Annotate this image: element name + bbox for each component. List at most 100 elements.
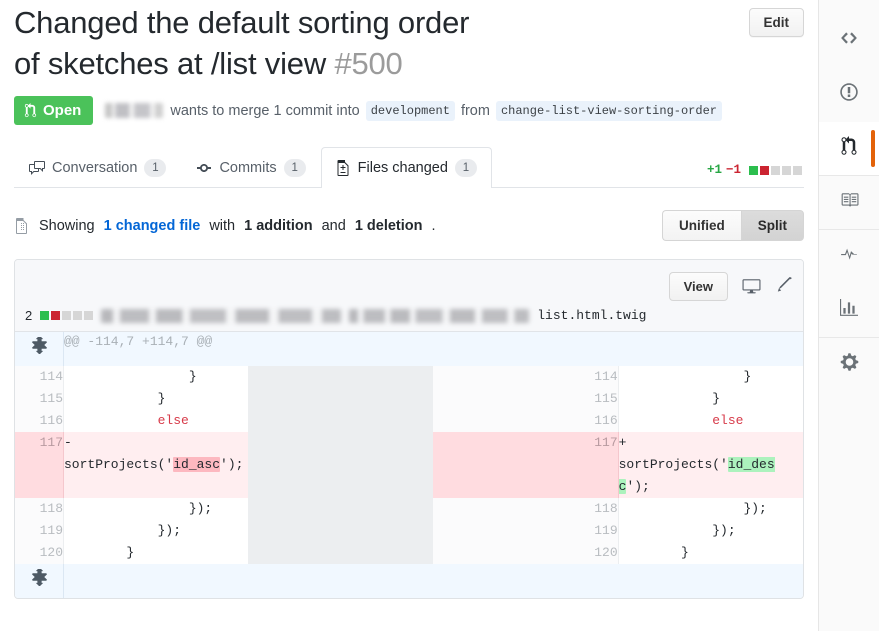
file-name[interactable]: list.html.twig — [537, 308, 646, 323]
showing-deletions: 1 deletion — [354, 217, 423, 234]
keyword-else-right: else — [712, 413, 744, 428]
edit-button[interactable]: Edit — [748, 8, 804, 37]
code-left-highlight: id_asc — [173, 457, 221, 472]
code-icon — [838, 29, 860, 52]
view-file-button[interactable]: View — [668, 271, 728, 301]
changed-files-link[interactable]: 1 changed file — [104, 218, 201, 234]
split-view-button[interactable]: Split — [740, 210, 804, 241]
title-row: Changed the default sorting order of ske… — [14, 0, 804, 84]
diffstat-block-added — [749, 165, 758, 175]
line-number-right: 115 — [433, 388, 619, 410]
diffstat-blocks — [749, 165, 802, 175]
gear-icon — [839, 352, 860, 377]
column-divider — [248, 366, 434, 388]
diff-file-box: View 2 list.html.twig @@ -114,7 +114,7 @… — [14, 259, 804, 599]
column-divider — [248, 498, 434, 520]
line-number-left: 118 — [15, 498, 64, 520]
column-divider — [248, 410, 434, 432]
author-name-redacted[interactable] — [105, 103, 164, 118]
git-pull-request-icon — [24, 103, 37, 118]
showing-bar: Showing 1 changed file with 1 addition a… — [14, 210, 804, 241]
diffstat-block-neutral — [771, 165, 780, 175]
table-row: 114 } 114 } — [15, 366, 803, 388]
showing-period: . — [431, 217, 436, 234]
main-content: Changed the default sorting order of ske… — [0, 0, 818, 631]
deletion-marker: - — [64, 435, 72, 450]
code-right: }); — [618, 498, 803, 520]
diff-table: @@ -114,7 +114,7 @@ 114 } 114 } 115} 11… — [15, 332, 803, 598]
merge-description: wants to merge 1 commit into — [170, 102, 360, 119]
tab-files-changed[interactable]: Files changed 1 — [320, 147, 492, 188]
pr-state-row: Open wants to merge 1 commit into develo… — [14, 96, 804, 125]
line-number-left: 120 — [15, 542, 64, 564]
line-number-right: 118 — [433, 498, 619, 520]
line-number-left: 117 — [15, 432, 64, 498]
head-branch-chip[interactable]: change-list-view-sorting-order — [495, 100, 722, 121]
status-badge-label: Open — [43, 102, 82, 119]
rail-item-code[interactable] — [819, 14, 879, 68]
tab-conversation[interactable]: Conversation 1 — [14, 147, 181, 188]
keyword-else-left: else — [157, 413, 189, 428]
file-block-deleted — [51, 311, 61, 320]
monitor-icon[interactable] — [742, 277, 761, 295]
diff-file-header: View 2 list.html.twig — [15, 260, 803, 332]
code-right-added: + sortProjects('id_desc'); — [618, 432, 803, 498]
tab-commits[interactable]: Commits 1 — [181, 147, 320, 188]
file-block-neutral — [84, 311, 94, 320]
diffstat-deletions: −1 — [725, 163, 741, 177]
tab-files-changed-label: Files changed — [357, 160, 448, 176]
file-diff-icon — [336, 160, 351, 176]
table-row: 115 } 115 } — [15, 388, 803, 410]
pencil-icon[interactable] — [775, 277, 793, 295]
file-block-neutral — [62, 311, 72, 320]
rail-item-settings[interactable] — [819, 338, 879, 392]
table-row: 118 }); 118 }); — [15, 498, 803, 520]
line-number-right: 120 — [433, 542, 619, 564]
pr-tabs: Conversation 1 Commits 1 Files changed 1… — [14, 145, 804, 188]
diff-file-actions: View — [25, 270, 793, 302]
diff-view-toggle: Unified Split — [662, 210, 804, 241]
table-row: 119 }); 119 }); — [15, 520, 803, 542]
git-commit-icon — [196, 160, 212, 176]
pulse-icon — [839, 245, 859, 268]
base-branch-chip[interactable]: development — [365, 100, 455, 121]
rail-item-wiki[interactable] — [819, 176, 879, 230]
code-left: }); — [63, 520, 249, 542]
line-number-right: 119 — [433, 520, 619, 542]
code-left: } — [63, 366, 249, 388]
file-path-redacted[interactable] — [101, 308, 342, 323]
unfold-icon[interactable] — [31, 567, 48, 587]
hunk-expand-cell-bottom[interactable] — [15, 564, 64, 598]
pr-number: #500 — [334, 46, 403, 81]
file-path-redacted-2[interactable] — [349, 308, 530, 323]
comment-discussion-icon — [29, 160, 45, 176]
line-number-left: 115 — [15, 388, 64, 410]
diffstat-summary: +1 −1 — [707, 163, 802, 177]
column-divider — [248, 432, 434, 498]
git-pull-request-icon — [839, 136, 859, 161]
column-divider — [248, 388, 434, 410]
rail-item-issues[interactable] — [819, 68, 879, 122]
code-left: else — [63, 410, 249, 432]
rail-item-pull-requests[interactable] — [819, 122, 879, 176]
unified-view-button[interactable]: Unified — [662, 210, 741, 241]
graph-icon — [839, 299, 859, 322]
hunk-expand-cell[interactable] — [15, 332, 64, 366]
hunk-header-text: @@ -114,7 +114,7 @@ — [63, 332, 803, 366]
code-left-deleted: - sortProjects('id_asc'); — [63, 432, 249, 498]
column-divider — [248, 542, 434, 564]
diffstat-additions: +1 — [706, 163, 722, 177]
from-label: from — [460, 102, 490, 119]
hunk-footer-row — [15, 564, 803, 598]
pull-request-page: Changed the default sorting order of ske… — [0, 0, 879, 631]
rail-item-pulse[interactable] — [819, 230, 879, 284]
hunk-footer-text — [63, 564, 803, 598]
code-right: else — [618, 410, 803, 432]
code-right: } — [618, 542, 803, 564]
line-number-right: 117 — [433, 432, 619, 498]
rail-item-graphs[interactable] — [819, 284, 879, 338]
unfold-icon[interactable] — [31, 335, 48, 355]
code-right: } — [618, 366, 803, 388]
file-block-neutral — [73, 311, 83, 320]
code-left: } — [63, 388, 249, 410]
